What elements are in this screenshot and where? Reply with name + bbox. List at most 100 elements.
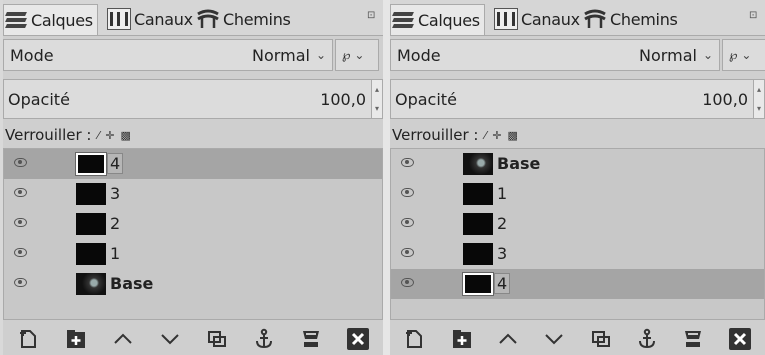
chevron-down-icon: ⌄ <box>315 48 326 62</box>
eye-icon[interactable] <box>401 218 414 227</box>
new-layer-icon[interactable] <box>400 325 430 353</box>
eye-icon[interactable] <box>14 278 27 287</box>
paths-icon <box>583 8 607 30</box>
lock-position-icon[interactable]: ✛ <box>105 129 114 142</box>
new-layer-icon[interactable] <box>14 325 44 353</box>
layer-name[interactable]: Base <box>110 274 153 293</box>
mode-row: Mode Normal ⌄ ℘ ⌄ <box>390 39 765 73</box>
layer-row[interactable]: Base <box>4 269 382 299</box>
tab-label: Calques <box>31 10 93 30</box>
layer-row[interactable]: 1 <box>4 239 382 269</box>
eye-icon[interactable] <box>401 278 414 287</box>
chevron-down-icon: ⌄ <box>702 48 713 62</box>
layer-list: 4 3 2 1 Base <box>3 148 383 320</box>
layers-toolbar <box>3 322 383 355</box>
eye-icon[interactable] <box>401 248 414 257</box>
merge-down-icon[interactable] <box>678 325 708 353</box>
lock-alpha-icon[interactable]: ▩ <box>508 129 518 142</box>
layer-row[interactable]: Base <box>391 149 764 179</box>
eye-icon[interactable] <box>14 248 27 257</box>
new-group-icon[interactable] <box>447 325 477 353</box>
tab-menu-icon[interactable]: ⊡ <box>367 11 377 21</box>
mode-select[interactable]: Mode Normal ⌄ <box>390 39 720 71</box>
tab-label: Canaux <box>134 9 193 29</box>
layer-name[interactable]: 3 <box>110 184 120 203</box>
layer-name[interactable]: 4 <box>107 153 124 174</box>
mode-value: Normal <box>252 45 310 65</box>
eye-icon[interactable] <box>401 188 414 197</box>
tab-calques[interactable]: Calques <box>3 4 98 35</box>
tab-menu-icon[interactable]: ⊡ <box>749 11 759 21</box>
lower-icon[interactable] <box>539 325 569 353</box>
mode-select[interactable]: Mode Normal ⌄ <box>3 39 333 71</box>
eye-icon[interactable] <box>14 188 27 197</box>
tab-chemins[interactable]: Chemins <box>583 6 678 32</box>
tab-chemins[interactable]: Chemins <box>196 6 291 32</box>
mode-label: Mode <box>10 45 54 65</box>
layer-row[interactable]: 4 <box>391 269 764 299</box>
layer-name[interactable]: 1 <box>110 244 120 263</box>
layers-icon <box>391 9 415 31</box>
layer-row[interactable]: 3 <box>391 239 764 269</box>
lock-pixels-icon[interactable]: ⁄ <box>484 129 486 142</box>
layer-row[interactable]: 2 <box>4 209 382 239</box>
layer-list: Base 1 2 3 4 <box>390 148 765 320</box>
layer-name[interactable]: 1 <box>497 184 507 203</box>
paths-icon <box>196 8 220 30</box>
opacity-value: 100,0 <box>702 89 748 109</box>
lock-pixels-icon[interactable]: ⁄ <box>97 129 99 142</box>
merge-down-icon[interactable] <box>296 325 326 353</box>
eye-icon[interactable] <box>14 158 27 167</box>
opacity-field[interactable]: Opacité 100,0 ▴ ▾ <box>390 79 765 119</box>
tab-label: Canaux <box>521 9 580 29</box>
duplicate-icon[interactable] <box>202 325 232 353</box>
tab-canaux[interactable]: Canaux <box>494 6 580 32</box>
layers-toolbar <box>390 322 765 355</box>
delete-icon[interactable] <box>725 325 755 353</box>
raise-icon[interactable] <box>493 325 523 353</box>
layer-row[interactable]: 1 <box>391 179 764 209</box>
new-group-icon[interactable] <box>61 325 91 353</box>
anchor-icon[interactable] <box>632 325 662 353</box>
layer-name[interactable]: 2 <box>110 214 120 233</box>
lock-row: Verrouiller : ⁄ ✛ ▩ <box>3 124 383 146</box>
lock-label: Verrouiller : <box>5 126 92 144</box>
mode-row: Mode Normal ⌄ ℘ ⌄ <box>3 39 383 73</box>
lock-label: Verrouiller : <box>392 126 479 144</box>
lock-alpha-icon[interactable]: ▩ <box>121 129 131 142</box>
duplicate-icon[interactable] <box>586 325 616 353</box>
eye-icon[interactable] <box>401 158 414 167</box>
lock-position-icon[interactable]: ✛ <box>492 129 501 142</box>
layer-name[interactable]: 4 <box>494 273 511 294</box>
channels-icon <box>494 8 518 30</box>
tab-canaux[interactable]: Canaux <box>107 6 193 32</box>
opacity-spinner[interactable]: ▴ ▾ <box>371 80 382 118</box>
dock-tabs: Calques Canaux Chemins ⊡ <box>3 0 383 36</box>
layer-name[interactable]: 3 <box>497 244 507 263</box>
opacity-label: Opacité <box>395 89 457 109</box>
anchor-icon[interactable] <box>249 325 279 353</box>
chevron-down-icon: ⌄ <box>354 48 365 62</box>
layer-row[interactable]: 2 <box>391 209 764 239</box>
tab-calques[interactable]: Calques <box>390 4 485 35</box>
eye-icon[interactable] <box>14 218 27 227</box>
opacity-label: Opacité <box>8 89 70 109</box>
layer-thumbnail <box>76 243 106 265</box>
raise-icon[interactable] <box>108 325 138 353</box>
mode-label: Mode <box>397 45 441 65</box>
delete-icon[interactable] <box>343 325 373 353</box>
lower-icon[interactable] <box>155 325 185 353</box>
composite-mode-button[interactable]: ℘ ⌄ <box>722 39 765 71</box>
opacity-spinner[interactable]: ▴ ▾ <box>753 80 764 118</box>
layers-panels: Calques Canaux Chemins ⊡ Mode Normal ⌄ ℘ ⌄ Op… <box>0 0 765 355</box>
layer-row[interactable]: 3 <box>4 179 382 209</box>
layer-name[interactable]: 2 <box>497 214 507 233</box>
layer-name[interactable]: Base <box>497 154 540 173</box>
opacity-value: 100,0 <box>320 89 366 109</box>
opacity-field[interactable]: Opacité 100,0 ▴ ▾ <box>3 79 383 119</box>
panel-divider[interactable] <box>383 0 390 355</box>
mode-value: Normal <box>639 45 697 65</box>
layer-row[interactable]: 4 <box>4 149 382 179</box>
layer-thumbnail <box>76 183 106 205</box>
composite-mode-button[interactable]: ℘ ⌄ <box>335 39 379 71</box>
